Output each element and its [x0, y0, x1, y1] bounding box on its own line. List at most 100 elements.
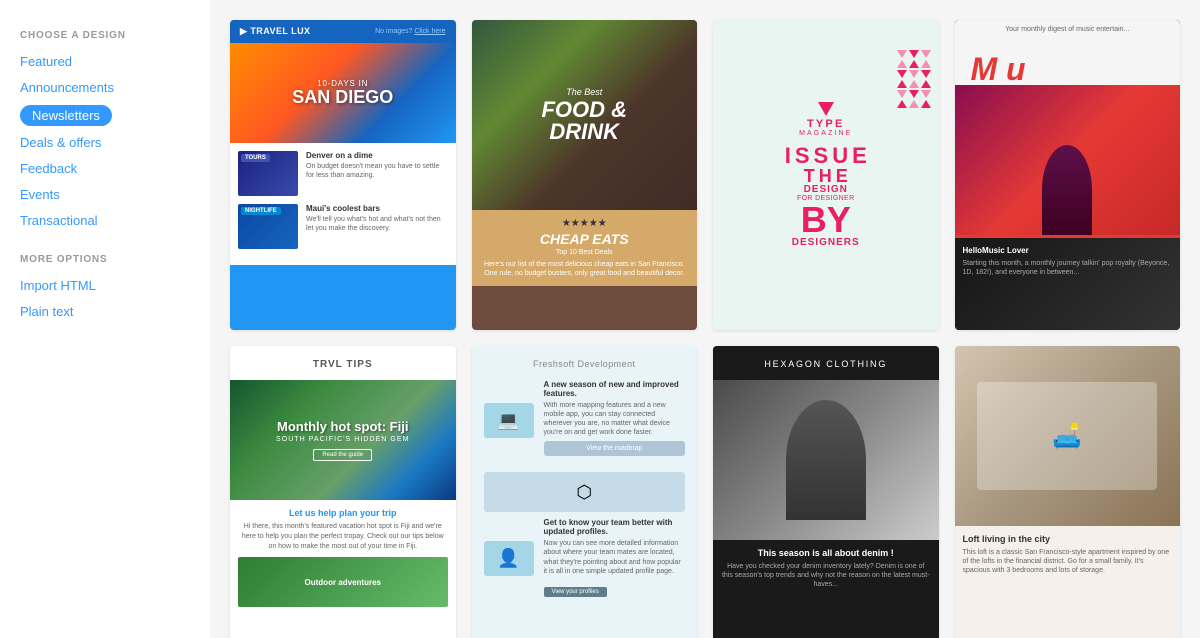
food-the-best: The Best	[541, 87, 627, 97]
by-word: BY	[801, 202, 851, 238]
tri-10	[897, 80, 907, 88]
sidebar-item-import-html[interactable]: Import HTML	[20, 277, 190, 295]
tri-1	[897, 50, 907, 58]
template-card-travel-lux[interactable]: ▶ TRAVEL LUX No images? Click here 10-DA…	[230, 20, 456, 330]
sidebar-item-transactional[interactable]: Transactional	[20, 212, 190, 230]
freshsoft-profiles-button[interactable]: View your profiles	[544, 587, 607, 597]
type-magazine-logo: TYPE MAGAZINE	[799, 102, 852, 137]
food-hero-image: The Best FOOD & DRINK	[472, 20, 698, 210]
tri-13	[897, 90, 907, 98]
freshsoft-item2-text: Get to know your team better with update…	[544, 518, 686, 597]
design-row: DESIGN	[804, 185, 848, 195]
designers-row: DESIGNERS	[792, 238, 860, 248]
travel-lux-hero-image: 10-DAYS IN SAN DIEGO	[230, 43, 456, 143]
trvl-cta-text: Let us help plan your trip	[238, 508, 448, 518]
by-row: BY	[801, 202, 851, 238]
trvl-body: Let us help plan your trip Hi there, thi…	[230, 500, 456, 615]
freshsoft-brand: Freshsoft Development	[533, 359, 636, 369]
music-letter-m: M	[971, 51, 998, 85]
travel-lux-tours-text: Denver on a dime On budget doesn't mean …	[306, 151, 448, 180]
sidebar-link-feedback[interactable]: Feedback	[20, 161, 77, 176]
trvl-read-guide-button[interactable]: Read the guide	[313, 449, 372, 461]
food-cheap-eats: CHEAP EATS	[480, 231, 690, 247]
loft-body: Loft living in the city This loft is a c…	[955, 526, 1181, 583]
template-card-type-magazine[interactable]: TYPE MAGAZINE I S S U E T H E	[713, 20, 939, 330]
sidebar-item-events[interactable]: Events	[20, 186, 190, 204]
loft-hero-image: 🛋️	[955, 346, 1181, 526]
templates-grid-row2: TRVL TIPS Monthly hot spot: Fiji SOUTH P…	[230, 346, 1180, 638]
travel-lux-brand: ▶ TRAVEL LUX	[240, 26, 311, 37]
the-letter-h: H	[819, 167, 832, 185]
food-title-line1: FOOD &	[541, 99, 627, 121]
sidebar-item-featured[interactable]: Featured	[20, 53, 190, 71]
freshsoft-people-icon: 👤	[484, 541, 534, 576]
travel-lux-nightlife-title: Maui's coolest bars	[306, 204, 448, 213]
trvl-hero-image: Monthly hot spot: Fiji SOUTH PACIFIC'S H…	[230, 380, 456, 500]
sidebar-item-plain-text[interactable]: Plain text	[20, 303, 190, 321]
travel-lux-nightlife-badge: NIGHTLIFE	[241, 207, 281, 215]
type-magazine-text: I S S U E T H E DESIGN FOR	[785, 145, 867, 248]
hexagon-brand: HEXAGON CLOTHING	[764, 359, 887, 369]
tri-2	[909, 50, 919, 58]
tri-17	[909, 100, 919, 108]
trvl-brand: TRVL TIPS	[313, 359, 373, 370]
designers-word: DESIGNERS	[792, 238, 860, 248]
templates-grid-row1: ▶ TRAVEL LUX No images? Click here 10-DA…	[230, 20, 1180, 330]
sidebar-link-events[interactable]: Events	[20, 187, 60, 202]
sidebar-link-import-html[interactable]: Import HTML	[20, 278, 96, 293]
travel-lux-tours-image: TOURS	[238, 151, 298, 196]
template-card-food-drink[interactable]: The Best FOOD & DRINK ★★★★★ CHEAP EATS T…	[472, 20, 698, 330]
food-description: Here's our list of the most delicious ch…	[480, 260, 690, 278]
tri-8	[909, 70, 919, 78]
hexagon-title: This season is all about denim !	[721, 548, 931, 558]
tri-16	[897, 100, 907, 108]
loft-furniture-icon: 🛋️	[977, 382, 1157, 490]
music-mag-title: M u	[963, 45, 1173, 85]
tri-18	[921, 100, 931, 108]
food-title-line2: DRINK	[541, 121, 627, 143]
hexagon-person-figure	[786, 400, 866, 520]
template-card-music-magazine[interactable]: Your monthly digest of music entertain..…	[955, 20, 1181, 330]
freshsoft-device-icon: 💻	[484, 403, 534, 438]
food-hero-text: The Best FOOD & DRINK	[541, 87, 627, 143]
issue-row: I S S U E	[785, 145, 867, 167]
freshsoft-network-diagram: ⬡	[484, 472, 686, 512]
tri-9	[921, 70, 931, 78]
freshsoft-item2-desc: Now you can see more detailed informatio…	[544, 539, 686, 575]
template-card-hexagon-clothing[interactable]: HEXAGON CLOTHING This season is all abou…	[713, 346, 939, 638]
sidebar-item-newsletters[interactable]: Newsletters	[20, 105, 190, 126]
sidebar-link-transactional[interactable]: Transactional	[20, 213, 98, 228]
tri-6	[921, 60, 931, 68]
travel-lux-tours-desc: On budget doesn't mean you have to settl…	[306, 162, 448, 180]
trvl-body-text: Hi there, this month's featured vacation…	[238, 522, 448, 551]
sidebar-section-title: CHOOSE A DESIGN	[20, 30, 190, 41]
music-mag-inner: Your monthly digest of music entertain..…	[955, 20, 1181, 330]
sidebar-link-deals[interactable]: Deals & offers	[20, 135, 101, 150]
tri-15	[921, 90, 931, 98]
sidebar-link-featured[interactable]: Featured	[20, 54, 72, 69]
music-person-bg	[955, 85, 1181, 235]
sidebar: CHOOSE A DESIGN Featured Announcements N…	[0, 0, 210, 638]
hexagon-hero-image	[713, 380, 939, 540]
freshsoft-item2-title: Get to know your team better with update…	[544, 518, 686, 536]
loft-title: Loft living in the city	[963, 534, 1173, 544]
music-mag-top-text: Your monthly digest of music entertain..…	[1005, 26, 1129, 33]
freshsoft-roadmap-button[interactable]: View the roadmap	[544, 441, 686, 456]
template-card-trvl-tips[interactable]: TRVL TIPS Monthly hot spot: Fiji SOUTH P…	[230, 346, 456, 638]
trvl-hero-text: Monthly hot spot: Fiji SOUTH PACIFIC'S H…	[276, 419, 410, 461]
sidebar-item-announcements[interactable]: Announcements	[20, 79, 190, 97]
sidebar-item-deals[interactable]: Deals & offers	[20, 134, 190, 152]
sidebar-item-feedback[interactable]: Feedback	[20, 160, 190, 178]
sidebar-link-newsletters[interactable]: Newsletters	[20, 105, 112, 126]
travel-lux-tours-badge: TOURS	[241, 154, 270, 162]
travel-lux-nightlife-text: Maui's coolest bars We'll tell you what'…	[306, 204, 448, 233]
sidebar-link-plain-text[interactable]: Plain text	[20, 304, 73, 319]
template-card-freshsoft[interactable]: Freshsoft Development 💻 A new season of …	[472, 346, 698, 638]
sidebar-link-announcements[interactable]: Announcements	[20, 80, 114, 95]
trvl-header: TRVL TIPS	[230, 346, 456, 380]
trvl-hero-title: Monthly hot spot: Fiji	[276, 419, 410, 434]
tri-5	[909, 60, 919, 68]
music-person-name: HelloMusic Lover	[963, 246, 1173, 255]
hexagon-body: This season is all about denim ! Have yo…	[713, 540, 939, 597]
template-card-loft-living[interactable]: 🛋️ Loft living in the city This loft is …	[955, 346, 1181, 638]
